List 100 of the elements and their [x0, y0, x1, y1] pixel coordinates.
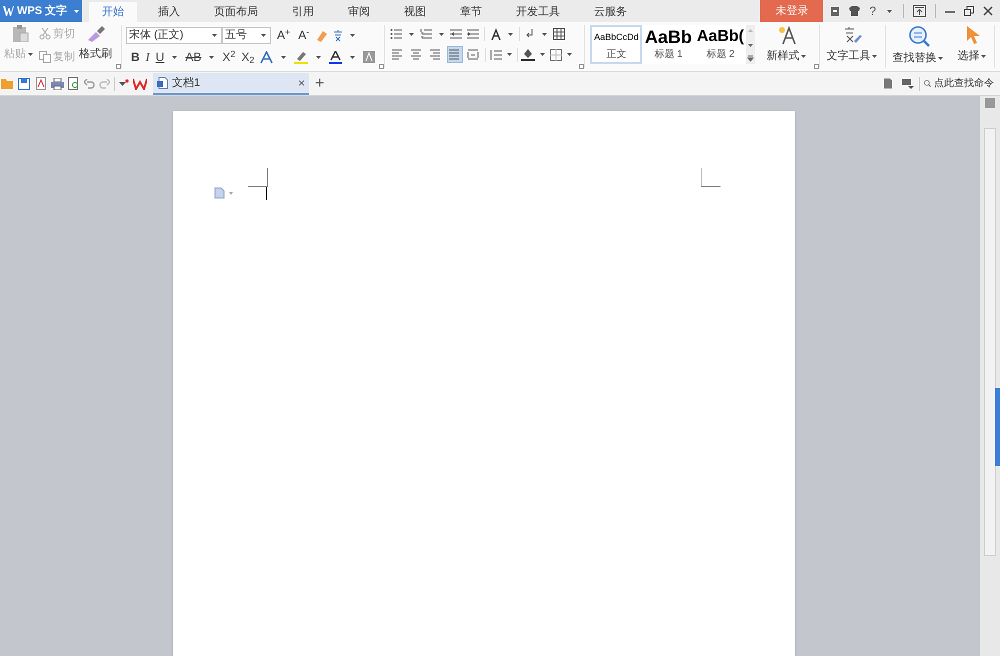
document-tab[interactable]: 文档1 ×	[153, 73, 309, 95]
caret-icon[interactable]	[281, 56, 286, 58]
grow-font-button[interactable]: A$^{+}$	[275, 26, 292, 44]
style-item[interactable]: AaBbCcDd 正文	[590, 25, 642, 64]
numbered-list-icon[interactable]	[420, 28, 434, 40]
new-tab-button[interactable]: +	[309, 72, 330, 96]
painter-button[interactable]: 格式刷	[79, 46, 112, 62]
caret-icon[interactable]	[209, 56, 214, 58]
ribbon-tab[interactable]: 开发工具	[503, 2, 573, 22]
scrollbar[interactable]	[980, 96, 1000, 656]
text-cursor	[266, 187, 267, 200]
shading-icon[interactable]	[521, 48, 536, 61]
caret-icon[interactable]	[74, 10, 79, 12]
caret-icon[interactable]	[261, 34, 266, 36]
caret-icon[interactable]	[981, 54, 986, 58]
wrench-text-icon[interactable]	[842, 25, 863, 45]
upload-icon[interactable]	[913, 5, 926, 17]
caret-icon[interactable]	[28, 52, 33, 56]
text-effect-icon[interactable]	[260, 50, 274, 64]
ribbon-button[interactable]: 新样式	[766, 48, 808, 64]
subscript-button[interactable]: X$_{2}$	[241, 48, 254, 66]
increase-indent-icon[interactable]	[467, 28, 480, 40]
font-color-icon[interactable]	[329, 50, 342, 64]
style-item[interactable]: AaBb 标题 1	[642, 25, 694, 64]
caret-icon[interactable]	[316, 56, 322, 58]
caret-icon[interactable]	[887, 10, 892, 12]
ribbon-button[interactable]: 选择	[957, 48, 988, 64]
ribbon-tab[interactable]: 引用	[279, 2, 327, 22]
app-menu-button[interactable]: WPS 文字	[0, 0, 82, 22]
magnifier-icon[interactable]	[908, 25, 930, 47]
dialog-launcher-icon[interactable]	[814, 64, 820, 69]
caret-icon[interactable]	[508, 32, 514, 36]
style-item[interactable]: AaBb( 标题 2	[694, 25, 746, 64]
font-size-field[interactable]: 五号	[222, 26, 271, 44]
tools-dropdown-icon[interactable]	[902, 78, 914, 89]
caret-icon[interactable]	[350, 56, 356, 58]
document-status-icon[interactable]	[883, 78, 893, 89]
text-direction-icon[interactable]	[489, 28, 502, 40]
highlight-icon[interactable]	[294, 50, 308, 64]
ribbon-tab[interactable]: 视图	[391, 2, 439, 22]
customize-icon[interactable]	[119, 79, 129, 88]
bold-button[interactable]: B	[131, 48, 140, 66]
caret-icon[interactable]	[567, 53, 572, 56]
print-icon[interactable]	[51, 78, 64, 90]
ribbon-button[interactable]: 文字工具	[826, 48, 880, 64]
caret-icon[interactable]	[439, 32, 444, 36]
print-preview-icon[interactable]	[68, 77, 80, 90]
command-search-field[interactable]: 点此查找命令	[920, 76, 1000, 91]
caret-icon[interactable]	[542, 32, 548, 36]
borders-icon[interactable]	[550, 48, 562, 60]
document-icon[interactable]	[157, 77, 168, 89]
dialog-launcher-icon[interactable]	[379, 64, 384, 69]
caret-icon[interactable]	[350, 34, 356, 36]
clipboard-icon[interactable]	[10, 24, 28, 42]
margin-corner-icon	[701, 168, 721, 187]
caret-icon[interactable]	[801, 54, 806, 58]
caret-icon[interactable]	[212, 34, 217, 36]
close-tab-button[interactable]: ×	[298, 74, 305, 92]
shirt-icon[interactable]	[849, 6, 860, 16]
w-logo-icon[interactable]	[3, 6, 14, 16]
caret-icon[interactable]	[872, 54, 878, 58]
ribbon-tab[interactable]: 开始	[89, 2, 137, 22]
dialog-launcher-icon[interactable]	[579, 64, 584, 69]
ribbon-tab[interactable]: 审阅	[335, 2, 383, 22]
sparkle-text-icon[interactable]	[777, 25, 798, 45]
table-icon[interactable]	[553, 28, 566, 40]
save-icon[interactable]	[18, 78, 30, 90]
caret-icon[interactable]	[172, 56, 178, 58]
paintbrush-icon[interactable]	[86, 24, 106, 42]
decrease-indent-icon[interactable]	[450, 28, 464, 40]
pdf-export-icon[interactable]	[34, 77, 47, 90]
caret-icon[interactable]	[938, 56, 944, 60]
search-icon[interactable]	[924, 78, 931, 89]
caret-icon[interactable]	[507, 53, 512, 56]
wps-logo-icon[interactable]	[133, 78, 147, 90]
caret-icon[interactable]	[409, 32, 414, 36]
bullet-list-icon[interactable]	[390, 28, 404, 40]
ribbon-tab[interactable]: 插入	[145, 2, 193, 22]
help-button[interactable]: ?	[869, 2, 876, 20]
restore-icon[interactable]	[964, 6, 974, 16]
ribbon-tab[interactable]: 页面布局	[201, 2, 271, 22]
phonetic-icon[interactable]	[332, 28, 344, 42]
line-spacing-icon[interactable]	[489, 48, 502, 60]
font-name-field[interactable]: 宋体 (正文)	[126, 26, 222, 44]
justify-icon[interactable]	[447, 46, 464, 63]
gallery-scroll-icon[interactable]	[746, 25, 756, 64]
underline-button[interactable]: U	[156, 48, 164, 66]
ribbon-tab[interactable]: 章节	[447, 2, 495, 22]
superscript-button[interactable]: X$^{2}$	[222, 48, 236, 66]
dialog-launcher-icon[interactable]	[116, 64, 121, 69]
close-icon[interactable]	[983, 6, 993, 16]
ribbon-button[interactable]: 查找替换	[892, 50, 946, 66]
shrink-font-button[interactable]: A$^{-}$	[296, 26, 312, 44]
caret-icon[interactable]	[540, 53, 546, 56]
skin-box-icon[interactable]	[830, 6, 840, 16]
strikethrough-button[interactable]: AB	[185, 48, 202, 66]
ribbon-tab[interactable]: 云服务	[581, 2, 640, 22]
italic-button[interactable]: I	[146, 48, 150, 66]
undo-icon[interactable]	[84, 78, 95, 88]
character-shading-icon[interactable]	[363, 51, 376, 63]
